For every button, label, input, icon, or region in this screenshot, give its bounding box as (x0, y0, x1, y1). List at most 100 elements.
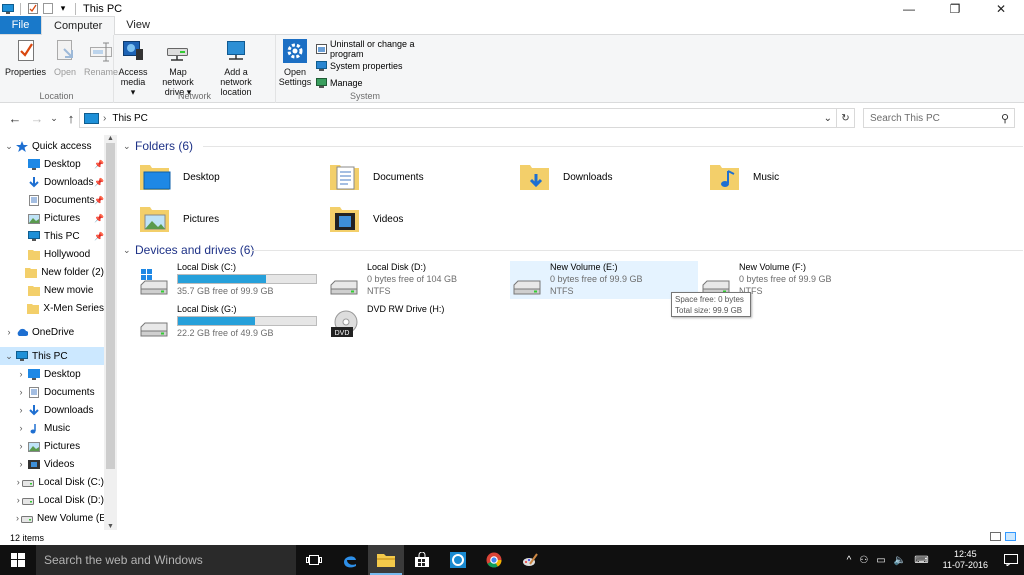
folders-section-header[interactable]: ⌄ Folders (6) (123, 137, 1023, 155)
people-icon[interactable]: ⚇ (859, 555, 868, 566)
scrollbar-thumb[interactable] (106, 143, 115, 469)
paint-taskbar-button[interactable] (512, 545, 548, 575)
nav-item-x-men-series[interactable]: X-Men Series (0, 299, 104, 317)
folder-desktop[interactable]: Desktop (139, 157, 319, 197)
nav-pane-scrollbar[interactable]: ▲ ▼ (104, 135, 117, 530)
drive-new-volume-e[interactable]: New Volume (E:) 0 bytes free of 99.9 GB NT… (510, 261, 698, 299)
scroll-down-icon[interactable]: ▼ (104, 523, 117, 530)
refresh-button[interactable]: ↻ (836, 108, 855, 128)
battery-icon[interactable]: ▭ (876, 555, 885, 566)
folder-pictures[interactable]: Pictures (139, 199, 319, 239)
nav-item-downloads[interactable]: Downloads 📌 (0, 173, 104, 191)
action-center-button[interactable] (998, 545, 1024, 575)
keyboard-icon[interactable]: ⌨ (914, 555, 928, 566)
nav-item-local-disk-c[interactable]: › Local Disk (C:) (0, 473, 104, 491)
drive-local-disk-g[interactable]: Local Disk (G:) 22.2 GB free of 49.9 GB (137, 303, 323, 343)
uninstall-program-button[interactable]: Uninstall or change a program (316, 39, 448, 59)
drive-dvd-rw-drive-h[interactable]: DVD DVD RW Drive (H:) (327, 303, 513, 343)
chrome-taskbar-button[interactable] (476, 545, 512, 575)
edge-taskbar-button[interactable] (332, 545, 368, 575)
pin-icon[interactable]: 📌 (94, 214, 104, 223)
nav-item-new-volume-e[interactable]: › New Volume (E:) (0, 509, 112, 527)
breadcrumb-this-pc[interactable]: This PC (112, 113, 148, 124)
file-explorer-taskbar-button[interactable] (368, 545, 404, 575)
drive-local-disk-c[interactable]: Local Disk (C:) 35.7 GB free of 99.9 GB (137, 261, 323, 301)
nav-item-local-disk-d[interactable]: › Local Disk (D:) (0, 491, 104, 509)
drives-section-header[interactable]: ⌄ Devices and drives (6) (123, 241, 1023, 259)
expand-chevron-icon[interactable]: › (16, 423, 26, 433)
new-folder-quick-icon[interactable] (42, 3, 54, 14)
pin-icon[interactable]: 📌 (94, 196, 104, 205)
nav-item-this-pc[interactable]: ⌄ This PC (0, 347, 104, 365)
expand-chevron-icon[interactable]: › (16, 477, 20, 487)
forward-button[interactable]: → (26, 111, 48, 126)
tab-computer[interactable]: Computer (41, 16, 116, 35)
nav-item-pictures[interactable]: › Pictures (0, 437, 104, 455)
expand-chevron-icon[interactable]: › (16, 459, 26, 469)
address-dropdown-icon[interactable]: ⌄ (824, 113, 832, 124)
nav-item-new-folder-2[interactable]: New folder (2) (0, 263, 104, 281)
system-properties-button[interactable]: System properties (316, 58, 448, 73)
nav-item-documents[interactable]: Documents 📌 (0, 191, 104, 209)
nav-item-new-movie[interactable]: New movie (0, 281, 104, 299)
pin-icon[interactable]: 📌 (94, 160, 104, 169)
close-button[interactable]: ✕ (978, 0, 1024, 17)
customize-toolbar-icon[interactable]: ▾ (57, 3, 69, 14)
taskbar-search-input[interactable]: Search the web and Windows (36, 545, 296, 575)
drive-local-disk-d[interactable]: Local Disk (D:) 0 bytes free of 104 GB NTF… (327, 261, 513, 301)
back-button[interactable]: ← (4, 111, 26, 126)
nav-item-music[interactable]: › Music (0, 419, 104, 437)
task-view-button[interactable] (296, 545, 332, 575)
manage-label: Manage (330, 77, 363, 88)
search-input[interactable]: Search This PC ⚲ (863, 108, 1015, 128)
volume-icon[interactable]: 🔈 (894, 555, 906, 566)
expand-chevron-icon[interactable]: ⌄ (4, 351, 14, 362)
nav-item-videos[interactable]: › Videos (0, 455, 104, 473)
details-view-icon[interactable] (990, 532, 1001, 541)
pc-icon (84, 112, 99, 124)
manage-button[interactable]: Manage (316, 75, 448, 90)
nav-item-pictures[interactable]: Pictures 📌 (0, 209, 104, 227)
expand-chevron-icon[interactable]: › (16, 369, 26, 379)
expand-chevron-icon[interactable]: › (16, 495, 20, 505)
folder-downloads[interactable]: Downloads (519, 157, 699, 197)
nav-item-quick-access[interactable]: ⌄ Quick access (0, 137, 104, 155)
scroll-up-icon[interactable]: ▲ (104, 135, 117, 142)
folder-music[interactable]: Music (709, 157, 889, 197)
address-bar[interactable]: › This PC ⌄ (79, 108, 855, 128)
show-hidden-icons-button[interactable]: ^ (847, 555, 852, 566)
tiles-view-icon[interactable] (1005, 532, 1016, 541)
start-button[interactable] (0, 545, 36, 575)
pin-icon[interactable]: 📌 (94, 232, 104, 241)
nav-item-onedrive[interactable]: › OneDrive (0, 323, 104, 341)
pin-icon[interactable]: 📌 (94, 178, 104, 187)
expand-chevron-icon[interactable]: › (16, 387, 26, 397)
properties-quick-icon[interactable] (27, 3, 39, 14)
nav-item-downloads[interactable]: › Downloads (0, 401, 104, 419)
nav-item-this-pc[interactable]: This PC 📌 (0, 227, 104, 245)
recent-locations-button[interactable]: ⌄ (48, 113, 60, 124)
collapse-chevron-icon[interactable]: ⌄ (123, 141, 135, 152)
explorer-app-icon[interactable] (2, 3, 14, 14)
expand-chevron-icon[interactable]: › (16, 405, 26, 415)
nav-item-desktop[interactable]: › Desktop (0, 365, 104, 383)
nav-item-desktop[interactable]: Desktop 📌 (0, 155, 104, 173)
nav-item-hollywood[interactable]: Hollywood (0, 245, 104, 263)
expand-chevron-icon[interactable]: ⌄ (4, 141, 14, 152)
folder-label: Music (753, 171, 780, 183)
notification-icon (1004, 554, 1018, 566)
folder-documents[interactable]: Documents (329, 157, 509, 197)
expand-chevron-icon[interactable]: › (16, 513, 19, 523)
tab-file[interactable]: File (0, 16, 41, 34)
clock[interactable]: 12:45 11-07-2016 (939, 549, 992, 571)
expand-chevron-icon[interactable]: › (16, 441, 26, 451)
maximize-button[interactable]: ❐ (932, 0, 978, 17)
tab-view[interactable]: View (115, 16, 161, 34)
minimize-button[interactable]: — (886, 0, 932, 17)
collapse-chevron-icon[interactable]: ⌄ (123, 245, 135, 256)
app-taskbar-button[interactable] (440, 545, 476, 575)
folder-videos[interactable]: Videos (329, 199, 509, 239)
nav-item-documents[interactable]: › Documents (0, 383, 104, 401)
expand-chevron-icon[interactable]: › (4, 327, 14, 337)
store-taskbar-button[interactable] (404, 545, 440, 575)
